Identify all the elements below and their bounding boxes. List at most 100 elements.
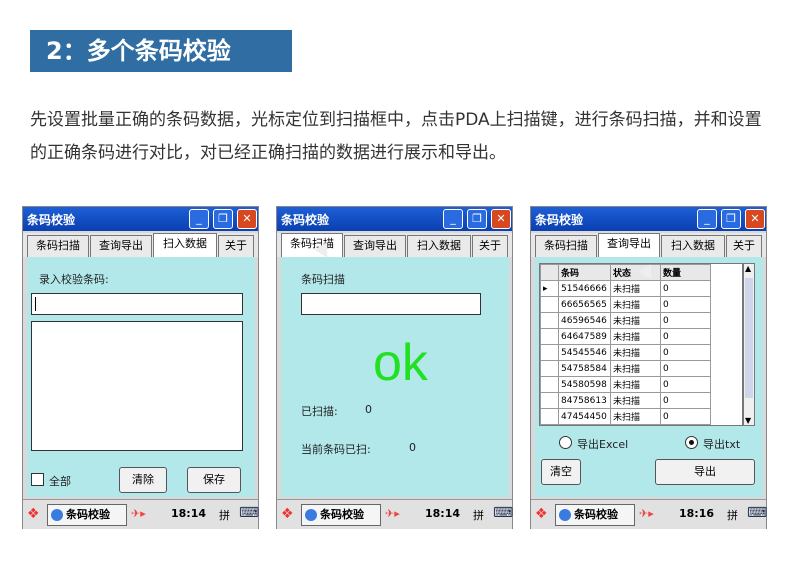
taskbar-app-button[interactable]: 条码校验 [47, 504, 127, 526]
cell-barcode: 47454450 [558, 408, 611, 425]
cell-status: 未扫描 [610, 392, 661, 409]
ime-indicator[interactable]: 拼 [727, 507, 738, 523]
cell-status: 未扫描 [610, 296, 661, 313]
cell-barcode: 54580598 [558, 376, 611, 393]
table-row[interactable]: 64647589 未扫描 0 [540, 328, 711, 345]
tab-about[interactable]: 关于 [726, 235, 762, 257]
tab-import-data[interactable]: 扫入数据 [407, 235, 471, 257]
clock: 18:14 [171, 507, 207, 520]
select-all-checkbox[interactable] [31, 473, 44, 486]
ime-indicator[interactable]: 拼 [219, 507, 230, 523]
text-caret [35, 297, 36, 311]
close-button[interactable]: ✕ [491, 209, 511, 229]
minimize-button[interactable]: _ [443, 209, 463, 229]
taskbar: ❖ 条码校验 ✈▸ 18:14 拼 ⌨ [23, 499, 259, 529]
windows-start-icon[interactable]: ❖ [281, 506, 294, 522]
row-indicator-header [540, 264, 559, 281]
tray-icons: ✈▸ [131, 507, 146, 520]
minimize-button[interactable]: _ [697, 209, 717, 229]
cell-quantity: 0 [660, 360, 711, 377]
tab-bar: 条码扫描 查询导出 扫入数据 关于 [277, 233, 512, 257]
clear-button[interactable]: 清除 [119, 467, 167, 493]
taskbar-app-button[interactable]: 条码校验 [301, 504, 381, 526]
taskbar-app-button[interactable]: 条码校验 [555, 504, 635, 526]
taskbar: ❖ 条码校验 ✈▸ 18:16 拼 ⌨ [531, 499, 767, 529]
cell-barcode: 84758613 [558, 392, 611, 409]
row-indicator [540, 296, 559, 313]
export-txt-radio[interactable] [685, 436, 698, 449]
minimize-button[interactable]: _ [189, 209, 209, 229]
export-txt-label: 导出txt [703, 438, 741, 451]
clock: 18:16 [679, 507, 715, 520]
row-selected-icon: ▸ [540, 280, 559, 297]
cell-barcode: 66656565 [558, 296, 611, 313]
keyboard-icon[interactable]: ⌨ [493, 505, 513, 521]
table-row[interactable]: 54580598 未扫描 0 [540, 376, 711, 393]
title-bar: 条码校验 _ ❐ ✕ [23, 207, 258, 231]
tab-query-export[interactable]: 查询导出 [90, 235, 152, 257]
scrollbar-thumb[interactable] [745, 278, 753, 398]
table-row[interactable]: 46596546 未扫描 0 [540, 312, 711, 329]
table-row[interactable]: 54758584 未扫描 0 [540, 360, 711, 377]
tab-about[interactable]: 关于 [472, 235, 508, 257]
restore-button[interactable]: ❐ [213, 209, 233, 229]
column-header[interactable]: 条码 [558, 264, 611, 281]
keyboard-icon[interactable]: ⌨ [239, 505, 259, 521]
tab-scan[interactable]: 条码扫描 [27, 235, 89, 257]
row-indicator [540, 328, 559, 345]
tab-bar: 条码扫描 查询导出 扫入数据 关于 [531, 233, 766, 257]
export-button[interactable]: 导出 [655, 459, 755, 485]
tab-scan[interactable]: 条码扫描 [281, 233, 343, 257]
restore-button[interactable]: ❐ [467, 209, 487, 229]
table-scrollbar[interactable]: ▲ ▼ [743, 263, 755, 426]
close-button[interactable]: ✕ [745, 209, 765, 229]
taskbar-app-label: 条码校验 [574, 508, 618, 521]
scroll-down-icon[interactable]: ▼ [745, 416, 751, 425]
save-button[interactable]: 保存 [187, 467, 241, 493]
table-row[interactable]: 54545546 未扫描 0 [540, 344, 711, 361]
window-title: 条码校验 [535, 213, 584, 227]
barcode-list-textarea[interactable] [31, 321, 243, 451]
row-indicator [540, 312, 559, 329]
windows-start-icon[interactable]: ❖ [27, 506, 40, 522]
row-indicator [540, 392, 559, 409]
scan-input[interactable] [301, 293, 481, 315]
tab-query-export[interactable]: 查询导出 [598, 233, 660, 257]
cell-status: 未扫描 [610, 328, 661, 345]
tab-import-data[interactable]: 扫入数据 [153, 233, 217, 257]
tab-query-export[interactable]: 查询导出 [344, 235, 406, 257]
tab-about[interactable]: 关于 [218, 235, 254, 257]
tab-scan[interactable]: 条码扫描 [535, 235, 597, 257]
keyboard-icon[interactable]: ⌨ [747, 505, 767, 521]
barcode-table[interactable]: 条码 状态 数量 ▸ 51546666 未扫描 0 66656565 未扫描 0 4659… [539, 263, 743, 426]
barcode-entry-input[interactable] [31, 293, 243, 315]
scroll-up-icon[interactable]: ▲ [745, 264, 751, 273]
section-title: 2：多个条码校验 [30, 30, 292, 72]
restore-button[interactable]: ❐ [721, 209, 741, 229]
clear-all-button[interactable]: 清空 [541, 459, 581, 485]
cell-quantity: 0 [660, 296, 711, 313]
select-all-label: 全部 [49, 475, 71, 488]
windows-start-icon[interactable]: ❖ [535, 506, 548, 522]
column-header[interactable]: 数量 [660, 264, 711, 281]
current-scanned-label: 当前条码已扫: [301, 443, 371, 456]
cell-quantity: 0 [660, 328, 711, 345]
table-row[interactable]: ▸ 51546666 未扫描 0 [540, 280, 711, 297]
cell-barcode: 46596546 [558, 312, 611, 329]
tab-import-data[interactable]: 扫入数据 [661, 235, 725, 257]
ime-indicator[interactable]: 拼 [473, 507, 484, 523]
cell-barcode: 51546666 [558, 280, 611, 297]
table-row[interactable]: 47454450 未扫描 0 [540, 408, 711, 425]
tab-bar: 条码扫描 查询导出 扫入数据 关于 [23, 233, 258, 257]
taskbar-app-label: 条码校验 [320, 508, 364, 521]
title-bar: 条码校验 _ ❐ ✕ [277, 207, 512, 231]
table-row[interactable]: 84758613 未扫描 0 [540, 392, 711, 409]
cell-status: 未扫描 [610, 376, 661, 393]
scan-label: 条码扫描 [301, 273, 345, 286]
cell-quantity: 0 [660, 376, 711, 393]
table-row[interactable]: 66656565 未扫描 0 [540, 296, 711, 313]
export-excel-radio[interactable] [559, 436, 572, 449]
close-button[interactable]: ✕ [237, 209, 257, 229]
cell-quantity: 0 [660, 392, 711, 409]
row-indicator [540, 376, 559, 393]
